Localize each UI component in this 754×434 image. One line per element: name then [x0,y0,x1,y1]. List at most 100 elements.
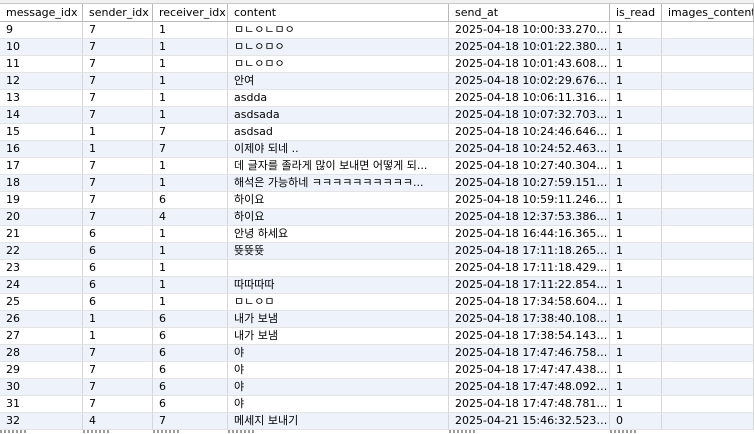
resize-handle[interactable] [610,430,636,433]
cell-images-content[interactable] [662,396,754,413]
cell-send-at[interactable]: 2025-04-18 10:27:40.304000 [449,158,610,175]
cell-is-read[interactable]: 1 [610,56,662,73]
cell-send-at[interactable]: 2025-04-18 16:44:16.365687 [449,226,610,243]
cell-sender-idx[interactable]: 7 [83,175,153,192]
cell-message-idx[interactable]: 22 [0,243,83,260]
cell-send-at[interactable]: 2025-04-21 15:46:32.523215 [449,413,610,430]
cell-sender-idx[interactable]: 4 [83,413,153,430]
cell-receiver-idx[interactable]: 7 [153,141,228,158]
cell-content[interactable]: 데 글자를 졸라게 많이 보내면 어떻게 되... [228,158,449,175]
resize-handle[interactable] [0,430,26,433]
cell-receiver-idx[interactable]: 4 [153,209,228,226]
cell-receiver-idx[interactable]: 1 [153,90,228,107]
cell-content[interactable]: ㅁㄴㅇㅁㅇ [228,39,449,56]
cell-sender-idx[interactable]: 1 [83,328,153,345]
cell-send-at[interactable]: 2025-04-18 10:07:32.703655 [449,107,610,124]
cell-sender-idx[interactable]: 6 [83,243,153,260]
cell-message-idx[interactable]: 32 [0,413,83,430]
cell-message-idx[interactable]: 26 [0,311,83,328]
cell-message-idx[interactable]: 10 [0,39,83,56]
column-resize-handles[interactable] [0,429,754,434]
cell-images-content[interactable] [662,379,754,396]
cell-is-read[interactable]: 1 [610,362,662,379]
cell-receiver-idx[interactable]: 1 [153,22,228,39]
cell-sender-idx[interactable]: 7 [83,73,153,90]
cell-message-idx[interactable]: 14 [0,107,83,124]
cell-send-at[interactable]: 2025-04-18 10:27:59.151067 [449,175,610,192]
cell-content[interactable]: asdsada [228,107,449,124]
cell-is-read[interactable]: 1 [610,107,662,124]
cell-content[interactable]: 내가 보냄 [228,328,449,345]
cell-is-read[interactable]: 1 [610,39,662,56]
cell-receiver-idx[interactable]: 6 [153,379,228,396]
cell-message-idx[interactable]: 12 [0,73,83,90]
cell-message-idx[interactable]: 23 [0,260,83,277]
cell-message-idx[interactable]: 25 [0,294,83,311]
cell-send-at[interactable]: 2025-04-18 10:06:11.316390 [449,90,610,107]
cell-sender-idx[interactable]: 7 [83,396,153,413]
resize-handle[interactable] [153,430,179,433]
cell-receiver-idx[interactable]: 1 [153,260,228,277]
cell-sender-idx[interactable]: 7 [83,379,153,396]
table-row[interactable]: 15 1 7 asdsad 2025-04-18 10:24:46.646570 1 [0,124,754,141]
cell-content[interactable]: 하이요 [228,209,449,226]
cell-receiver-idx[interactable]: 6 [153,192,228,209]
cell-content[interactable]: 야 [228,345,449,362]
cell-receiver-idx[interactable]: 6 [153,396,228,413]
cell-images-content[interactable] [662,22,754,39]
cell-send-at[interactable]: 2025-04-18 12:37:53.386616 [449,209,610,226]
cell-receiver-idx[interactable]: 1 [153,158,228,175]
cell-images-content[interactable] [662,328,754,345]
cell-sender-idx[interactable]: 7 [83,158,153,175]
cell-images-content[interactable] [662,209,754,226]
cell-content[interactable]: 야 [228,396,449,413]
cell-is-read[interactable]: 1 [610,209,662,226]
cell-receiver-idx[interactable]: 1 [153,107,228,124]
cell-send-at[interactable]: 2025-04-18 10:59:11.246395 [449,192,610,209]
cell-images-content[interactable] [662,294,754,311]
table-row[interactable]: 9 7 1 ㅁㄴㅇㄴㅁㅇ 2025-04-18 10:00:33.270474 1 [0,22,754,39]
cell-send-at[interactable]: 2025-04-18 17:47:47.438589 [449,362,610,379]
cell-is-read[interactable]: 1 [610,124,662,141]
cell-message-idx[interactable]: 16 [0,141,83,158]
cell-images-content[interactable] [662,243,754,260]
cell-images-content[interactable] [662,73,754,90]
cell-content[interactable]: ㅁㄴㅇㅁ [228,294,449,311]
table-row[interactable]: 13 7 1 asdda 2025-04-18 10:06:11.316390 1 [0,90,754,107]
table-row[interactable]: 26 1 6 내가 보냄 2025-04-18 17:38:40.108677 1 [0,311,754,328]
cell-is-read[interactable]: 1 [610,141,662,158]
cell-content[interactable]: 뜟뜟뜟 [228,243,449,260]
cell-images-content[interactable] [662,362,754,379]
cell-message-idx[interactable]: 30 [0,379,83,396]
table-row[interactable]: 11 7 1 ㅁㄴㅇㅁㅇ 2025-04-18 10:01:43.608061 1 [0,56,754,73]
table-row[interactable]: 12 7 1 안여 2025-04-18 10:02:29.676314 1 [0,73,754,90]
column-header-receiver-idx[interactable]: receiver_idx [153,4,228,22]
cell-content[interactable]: 야 [228,362,449,379]
cell-send-at[interactable]: 2025-04-18 17:38:54.143875 [449,328,610,345]
cell-message-idx[interactable]: 20 [0,209,83,226]
cell-content[interactable]: ㅁㄴㅇㅁㅇ [228,56,449,73]
table-row[interactable]: 14 7 1 asdsada 2025-04-18 10:07:32.703655 1 [0,107,754,124]
cell-content[interactable]: 하이요 [228,192,449,209]
cell-receiver-idx[interactable]: 1 [153,175,228,192]
cell-is-read[interactable]: 1 [610,277,662,294]
cell-images-content[interactable] [662,158,754,175]
table-row[interactable]: 30 7 6 야 2025-04-18 17:47:48.092004 1 [0,379,754,396]
cell-sender-idx[interactable]: 1 [83,311,153,328]
cell-content[interactable]: ㅁㄴㅇㄴㅁㅇ [228,22,449,39]
cell-receiver-idx[interactable]: 7 [153,413,228,430]
cell-receiver-idx[interactable]: 6 [153,345,228,362]
cell-images-content[interactable] [662,141,754,158]
column-header-is-read[interactable]: is_read [610,4,662,22]
cell-images-content[interactable] [662,260,754,277]
resize-handle[interactable] [83,430,109,433]
cell-receiver-idx[interactable]: 7 [153,124,228,141]
cell-send-at[interactable]: 2025-04-18 17:38:40.108677 [449,311,610,328]
cell-send-at[interactable]: 2025-04-18 17:11:22.854523 [449,277,610,294]
table-row[interactable]: 19 7 6 하이요 2025-04-18 10:59:11.246395 1 [0,192,754,209]
cell-images-content[interactable] [662,175,754,192]
table-row[interactable]: 21 6 1 안녕 하세요 2025-04-18 16:44:16.365687 1 [0,226,754,243]
cell-send-at[interactable]: 2025-04-18 10:24:46.646570 [449,124,610,141]
cell-is-read[interactable]: 1 [610,260,662,277]
resize-handle[interactable] [228,430,254,433]
